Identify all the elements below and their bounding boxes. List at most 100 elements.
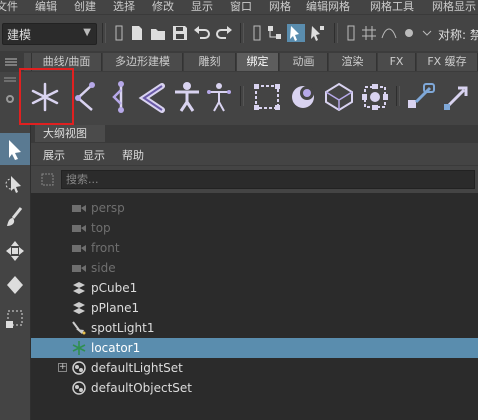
ik-handle-icon[interactable] <box>70 80 104 114</box>
divider <box>102 23 106 43</box>
tab-animation[interactable]: 动画 <box>280 53 328 71</box>
handle-icon <box>115 25 123 41</box>
shelf-collapse-icon[interactable] <box>3 76 17 82</box>
open-scene-icon[interactable] <box>149 24 167 42</box>
lattice-icon[interactable] <box>250 80 284 114</box>
joint-icon[interactable] <box>136 80 170 114</box>
outliner-item-persp[interactable]: persp <box>31 198 478 218</box>
menu-file[interactable]: 文件 <box>0 0 18 14</box>
constraint-icon[interactable] <box>404 80 438 114</box>
mode-selector[interactable]: 建模 ▼ <box>2 23 97 45</box>
filter-icon[interactable] <box>41 173 54 186</box>
lasso-tool[interactable] <box>0 167 30 199</box>
outliner-item-label: locator1 <box>91 341 141 355</box>
snap-point-icon[interactable] <box>400 24 418 42</box>
camera-icon <box>72 265 86 272</box>
chevron-down-icon: ▼ <box>83 27 91 38</box>
tab-fx-cache[interactable]: FX 缓存 <box>417 53 478 71</box>
arrow-icon <box>9 140 21 160</box>
tab-fx[interactable]: FX <box>378 53 416 71</box>
paint-select-tool[interactable] <box>0 201 30 233</box>
humanik-icon[interactable] <box>202 80 236 114</box>
outliner-item-label: defaultLightSet <box>91 361 183 375</box>
select-hierarchy-icon[interactable] <box>266 24 284 42</box>
tab-rigging[interactable]: 绑定 <box>237 53 279 71</box>
save-scene-icon[interactable] <box>171 24 189 42</box>
outliner-item-label: persp <box>91 201 125 215</box>
menu-bar: 文件 编辑 创建 选择 修改 显示 窗口 网格 编辑网格 网格工具 网格显示 <box>0 0 478 14</box>
outliner-item-side[interactable]: side <box>31 258 478 278</box>
menu-select[interactable]: 选择 <box>113 0 135 14</box>
outliner-panel: 大纲视图 展示 显示 帮助 persp top front side pCube… <box>31 125 478 420</box>
menu-modify[interactable]: 修改 <box>152 0 174 14</box>
menu-create[interactable]: 创建 <box>74 0 96 14</box>
spotlight-icon <box>72 321 86 335</box>
scale-tool[interactable] <box>0 303 30 335</box>
new-scene-icon[interactable] <box>128 24 146 42</box>
tab-rendering[interactable]: 渲染 <box>329 53 377 71</box>
outliner-item-pplane1[interactable]: pPlane1 <box>31 298 478 318</box>
tab-outliner[interactable]: 大纲视图 <box>35 125 105 142</box>
chevron-down-icon[interactable] <box>418 24 436 42</box>
outliner-menu-bar: 展示 显示 帮助 <box>31 143 478 165</box>
rotate-tool[interactable] <box>0 269 30 301</box>
outliner-item-label: pCube1 <box>91 281 138 295</box>
menu-display[interactable]: 显示 <box>83 147 105 163</box>
mesh-icon <box>73 282 85 294</box>
divider <box>334 23 338 43</box>
menu-show[interactable]: 展示 <box>43 147 65 163</box>
select-tool[interactable] <box>0 133 30 165</box>
divider <box>240 23 244 43</box>
handle-icon <box>347 25 355 41</box>
menu-edit-mesh[interactable]: 编辑网格 <box>306 0 350 14</box>
handle-icon <box>253 25 261 41</box>
outliner-item-locator1[interactable]: locator1 <box>31 338 478 358</box>
menu-help[interactable]: 帮助 <box>122 147 144 163</box>
menu-mesh[interactable]: 网格 <box>269 0 291 14</box>
panel-tab-bar: 大纲视图 <box>31 125 478 144</box>
menu-window[interactable]: 窗口 <box>230 0 252 14</box>
snap-curve-icon[interactable] <box>380 24 398 42</box>
tab-poly-modeling[interactable]: 多边形建模 <box>103 53 183 71</box>
outliner-item-front[interactable]: front <box>31 238 478 258</box>
menu-edit[interactable]: 编辑 <box>35 0 57 14</box>
divider <box>240 86 244 106</box>
cluster-icon[interactable] <box>286 80 320 114</box>
expand-icon[interactable]: + <box>58 363 67 372</box>
outliner-tree: persp top front side pCube1 pPlane1 spot… <box>31 193 478 420</box>
menu-display[interactable]: 显示 <box>191 0 213 14</box>
camera-icon <box>72 225 86 232</box>
menu-mesh-tools[interactable]: 网格工具 <box>370 0 414 14</box>
rotate-icon <box>7 276 23 294</box>
soft-mod-icon[interactable] <box>358 80 392 114</box>
outliner-item-spotlight1[interactable]: spotLight1 <box>31 318 478 338</box>
search-bar <box>31 166 478 194</box>
outliner-item-top[interactable]: top <box>31 218 478 238</box>
brush-icon <box>7 207 23 226</box>
lasso-icon <box>5 176 21 193</box>
outliner-item-pcube1[interactable]: pCube1 <box>31 278 478 298</box>
select-object-icon[interactable] <box>287 24 305 42</box>
redo-icon[interactable] <box>215 24 233 42</box>
symmetry-label: 对称: 禁 <box>438 28 478 42</box>
skeleton-icon[interactable] <box>170 80 204 114</box>
outliner-item-label: side <box>91 261 116 275</box>
shelf-menu-icon[interactable] <box>4 58 18 66</box>
outliner-item-defaultobjectset[interactable]: defaultObjectSet <box>31 378 478 398</box>
snap-grid-icon[interactable] <box>360 24 378 42</box>
move-tool[interactable] <box>0 235 30 267</box>
scale-icon <box>6 310 23 328</box>
highlight-box <box>19 68 74 125</box>
outliner-item-defaultlightset[interactable]: + defaultLightSet <box>31 358 478 378</box>
undo-icon[interactable] <box>193 24 211 42</box>
ik-arrow-icon[interactable] <box>440 80 474 114</box>
tab-sculpting[interactable]: 雕刻 <box>184 53 236 71</box>
ik-spline-icon[interactable] <box>104 80 138 114</box>
menu-mesh-display[interactable]: 网格显示 <box>432 0 476 14</box>
wrap-icon[interactable] <box>322 80 356 114</box>
mode-label: 建模 <box>7 28 32 42</box>
select-component-icon[interactable] <box>308 24 326 42</box>
shelf-settings-icon[interactable] <box>5 94 15 104</box>
search-input[interactable] <box>61 170 475 189</box>
toolbox <box>0 125 31 420</box>
